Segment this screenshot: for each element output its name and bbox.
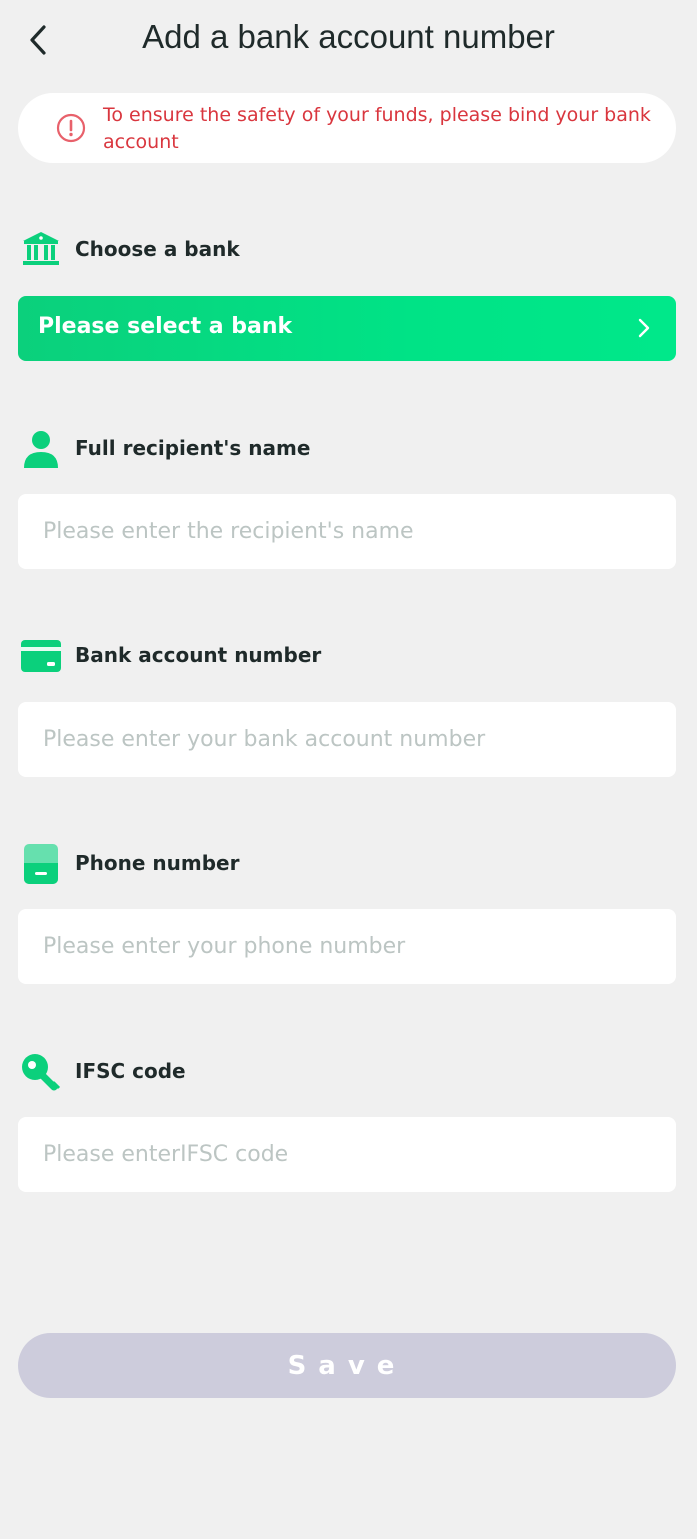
page-title: Add a bank account number <box>142 18 555 55</box>
bank-select-label: Please select a bank <box>38 314 293 339</box>
card-icon <box>21 640 61 672</box>
ifsc-code-input[interactable] <box>18 1117 676 1192</box>
ifsc-code-field[interactable] <box>18 1117 676 1192</box>
choose-bank-label: Choose a bank <box>75 237 240 261</box>
notice-text: To ensure the safety of your funds, plea… <box>103 104 651 153</box>
recipient-name-field[interactable] <box>18 494 676 569</box>
phone-number-input[interactable] <box>18 909 676 984</box>
save-button[interactable]: Save <box>18 1333 676 1398</box>
account-number-field[interactable] <box>18 702 676 777</box>
alert-circle-icon <box>56 113 86 143</box>
recipient-name-input[interactable] <box>18 494 676 569</box>
bank-select[interactable]: Please select a bank <box>18 296 676 361</box>
phone-number-field[interactable] <box>18 909 676 984</box>
bank-icon <box>23 232 59 265</box>
chevron-right-icon <box>638 318 650 338</box>
phone-icon <box>24 844 58 884</box>
account-number-label: Bank account number <box>75 643 322 667</box>
header: Add a bank account number <box>0 0 697 80</box>
ifsc-code-label: IFSC code <box>75 1059 186 1083</box>
recipient-name-label: Full recipient's name <box>75 436 311 460</box>
account-number-input[interactable] <box>18 702 676 777</box>
user-icon <box>24 431 58 468</box>
page: Add a bank account number To ensure the … <box>0 0 697 1539</box>
security-notice: To ensure the safety of your funds, plea… <box>18 93 676 163</box>
phone-number-label: Phone number <box>75 851 240 875</box>
key-icon <box>22 1054 61 1091</box>
